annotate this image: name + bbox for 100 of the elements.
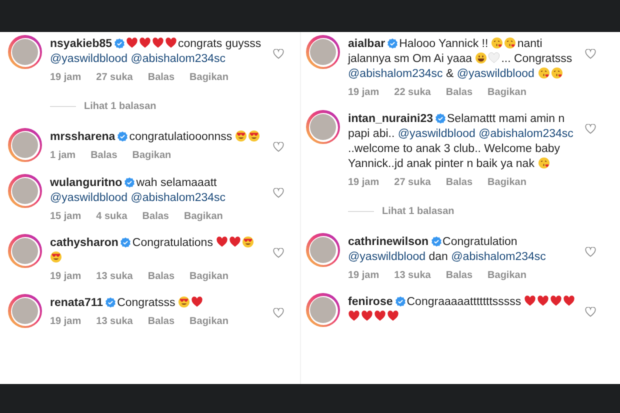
kiss-emoji-icon: [504, 37, 516, 49]
heart-emoji-icon: [374, 310, 386, 322]
avatar[interactable]: [8, 174, 42, 208]
heart-emoji-icon: [387, 310, 399, 322]
comment-time: 15 jam: [50, 211, 82, 222]
comment-time: 1 jam: [50, 150, 76, 161]
comment-text: intan_nuraini23 Selamattt mami amin n papi abi.. @yaswildblood @abishalom234sc ..welcome to anak 3 club.. Welcome baby Yannick..jd anak pinter n baik ya nak: [348, 112, 574, 172]
heart-emoji-icon: [216, 236, 228, 248]
avatar[interactable]: [306, 233, 340, 267]
share-link[interactable]: Bagikan: [184, 211, 223, 222]
heart-emoji-icon: [361, 310, 373, 322]
comment-text: mrssharena congratulatiooonnss: [50, 130, 265, 145]
username-link[interactable]: nsyakieb85: [50, 38, 112, 50]
avatar[interactable]: [306, 110, 340, 144]
like-count[interactable]: 13 suka: [96, 316, 133, 327]
heart-emoji-icon: [139, 37, 152, 49]
mention-link[interactable]: @abishalom234sc: [451, 251, 546, 263]
kiss-emoji-icon: [491, 37, 504, 49]
heart-eyes-emoji-icon: [242, 236, 254, 248]
like-heart-icon[interactable]: [585, 124, 596, 134]
share-link[interactable]: Bagikan: [488, 270, 526, 281]
heart-emoji-icon: [524, 295, 536, 307]
comment-text: cathysharon Congratulations: [50, 236, 265, 266]
like-heart-icon[interactable]: [585, 49, 596, 59]
comment-time: 19 jam: [50, 72, 82, 83]
reply-link[interactable]: Balas: [90, 150, 118, 161]
share-link[interactable]: Bagikan: [190, 72, 228, 83]
heart-emoji-icon: [229, 236, 242, 248]
share-link[interactable]: Bagikan: [190, 271, 228, 282]
mention-link[interactable]: @yaswildblood: [348, 251, 426, 263]
mention-link[interactable]: @yaswildblood: [50, 192, 128, 204]
reply-link[interactable]: Balas: [446, 270, 473, 281]
avatar[interactable]: [306, 35, 340, 69]
username-link[interactable]: aialbar: [348, 38, 386, 50]
mention-link[interactable]: @yaswildblood: [456, 68, 534, 80]
avatar[interactable]: [8, 128, 42, 162]
mention-link[interactable]: @abishalom234sc: [478, 128, 574, 140]
username-link[interactable]: intan_nuraini23: [348, 113, 433, 125]
heart-eyes-emoji-icon: [50, 251, 62, 263]
username-link[interactable]: renata711: [50, 297, 104, 309]
comment-time: 19 jam: [348, 87, 380, 98]
share-link[interactable]: Bagikan: [488, 87, 526, 98]
reply-link[interactable]: Balas: [148, 271, 175, 282]
avatar[interactable]: [306, 293, 340, 327]
like-heart-icon[interactable]: [273, 49, 284, 59]
heart-emoji-icon: [537, 295, 550, 307]
mention-link[interactable]: @abishalom234sc: [348, 68, 443, 80]
view-replies-link[interactable]: Lihat 1 balasan: [382, 206, 454, 217]
heart-emoji-icon: [165, 37, 178, 49]
heart-emoji-icon: [152, 37, 164, 49]
heart-emoji-icon: [191, 296, 204, 308]
like-heart-icon[interactable]: [273, 188, 284, 198]
reply-link[interactable]: Balas: [148, 72, 175, 83]
comment-time: 19 jam: [348, 270, 380, 281]
heart-emoji-icon: [348, 310, 360, 322]
like-count[interactable]: 22 suka: [394, 87, 431, 98]
like-heart-icon[interactable]: [273, 248, 284, 258]
view-replies-link[interactable]: Lihat 1 balasan: [84, 101, 156, 112]
avatar[interactable]: [8, 294, 42, 328]
comment-time: 19 jam: [348, 177, 380, 188]
like-count[interactable]: 13 suka: [96, 271, 133, 282]
like-heart-icon[interactable]: [585, 307, 596, 317]
comment-text: aialbar Halooo Yannick !! nanti jalannya sm Om Ai yaaa ... Congratsss @abishalom234sc & @yaswildblood: [348, 37, 574, 82]
mention-link[interactable]: @yaswildblood: [50, 53, 128, 65]
like-count[interactable]: 27 suka: [394, 177, 431, 188]
like-heart-icon[interactable]: [273, 308, 284, 318]
kiss-emoji-icon: [538, 67, 550, 79]
avatar[interactable]: [8, 234, 42, 268]
kiss-emoji-icon: [538, 157, 550, 169]
heart-emoji-icon: [488, 52, 500, 64]
reply-link[interactable]: Balas: [142, 211, 169, 222]
username-link[interactable]: fenirose: [348, 296, 393, 308]
mention-link[interactable]: @abishalom234sc: [130, 53, 226, 65]
comment-text: nsyakieb85 congrats guysss @yaswildblood @abishalom234sc: [50, 37, 262, 67]
mention-link[interactable]: @yaswildblood: [398, 128, 476, 140]
heart-emoji-icon: [126, 37, 138, 49]
like-count[interactable]: 27 suka: [96, 72, 133, 83]
comment-text: wulanguritno wah selamaaatt @yaswildblood @abishalom234sc: [50, 176, 227, 206]
reply-link[interactable]: Balas: [446, 177, 473, 188]
heart-emoji-icon: [550, 295, 562, 307]
like-count[interactable]: 4 suka: [96, 211, 128, 222]
heart-eyes-emoji-icon: [178, 296, 190, 308]
share-link[interactable]: Bagikan: [488, 177, 526, 188]
reply-link[interactable]: Balas: [446, 87, 473, 98]
username-link[interactable]: wulanguritno: [50, 177, 122, 189]
heart-eyes-emoji-icon: [248, 130, 260, 142]
username-link[interactable]: cathrinewilson: [348, 236, 429, 248]
comment-time: 19 jam: [50, 271, 82, 282]
like-count[interactable]: 13 suka: [394, 270, 431, 281]
heart-emoji-icon: [563, 295, 576, 307]
mention-link[interactable]: @abishalom234sc: [130, 192, 226, 204]
avatar[interactable]: [8, 35, 42, 69]
heart-eyes-emoji-icon: [235, 130, 248, 142]
like-heart-icon[interactable]: [273, 142, 284, 152]
share-link[interactable]: Bagikan: [132, 150, 172, 161]
like-heart-icon[interactable]: [585, 247, 596, 257]
reply-link[interactable]: Balas: [148, 316, 175, 327]
username-link[interactable]: mrssharena: [50, 131, 116, 143]
share-link[interactable]: Bagikan: [190, 316, 228, 327]
username-link[interactable]: cathysharon: [50, 237, 118, 249]
